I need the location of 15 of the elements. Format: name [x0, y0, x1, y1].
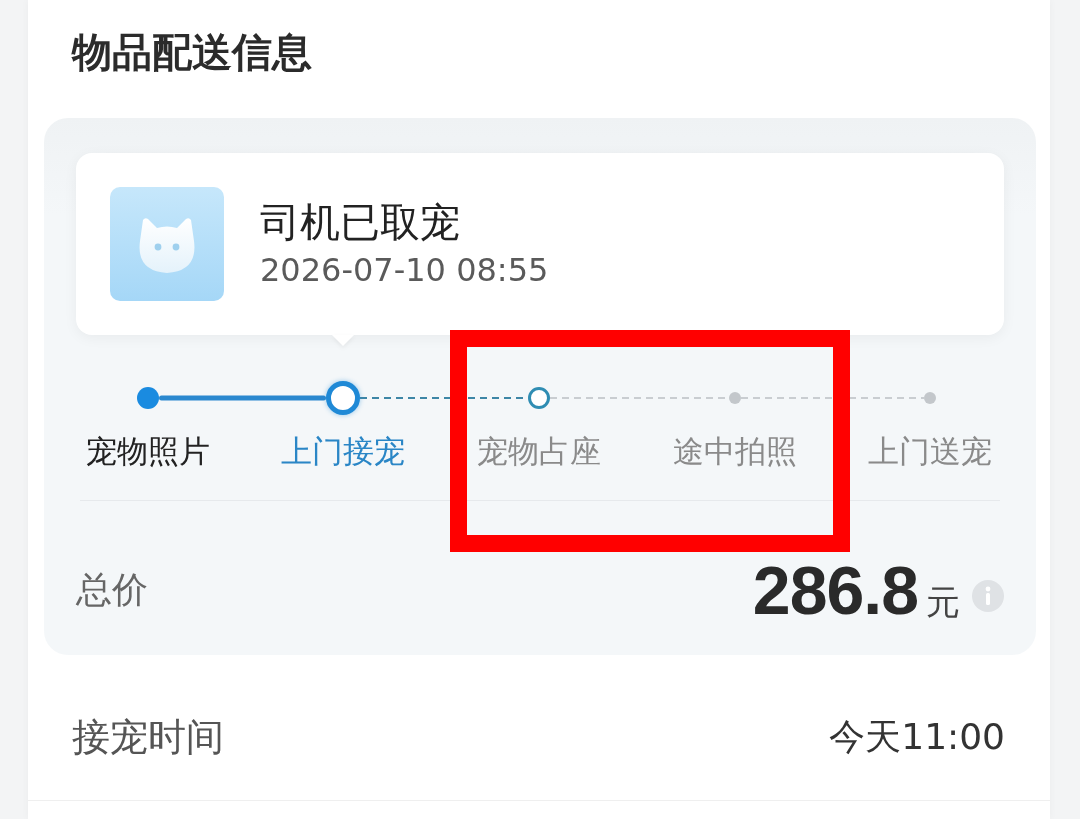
step-label: 上门送宠: [868, 432, 993, 471]
pickup-label: 接宠时间: [72, 714, 224, 761]
step-label: 宠物占座: [477, 432, 601, 471]
info-icon[interactable]: [972, 580, 1004, 612]
status-time: 2026-07-10 08:55: [260, 250, 549, 290]
pickup-value: 今天11:00: [829, 715, 1005, 759]
total-amount: 286.8: [752, 551, 918, 630]
currency-unit: 元: [926, 582, 960, 622]
status-title: 司机已取宠: [260, 198, 461, 246]
step-label: 上门接宠: [281, 432, 406, 471]
step-label: 途中拍照: [672, 432, 797, 471]
total-label: 总价: [76, 568, 148, 612]
section-title: 物品配送信息: [72, 28, 312, 76]
cat-face-icon: [110, 187, 224, 301]
step-label: 宠物照片: [85, 432, 210, 471]
